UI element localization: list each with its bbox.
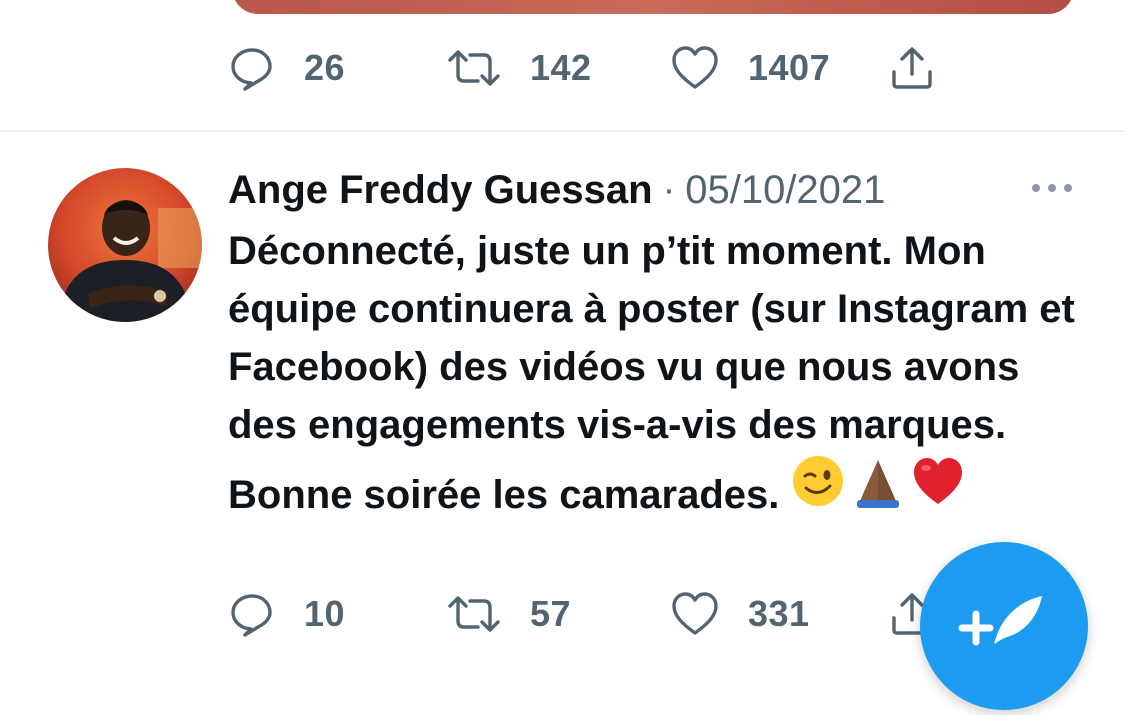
avatar-photo (48, 168, 202, 322)
reply-count: 26 (304, 47, 346, 88)
reply-icon (231, 594, 272, 637)
red-heart-icon (914, 458, 963, 504)
like-count: 1407 (748, 47, 831, 88)
winking-face-icon (793, 456, 844, 506)
compose-tweet-button[interactable] (920, 542, 1088, 710)
author-name[interactable]: Ange Freddy Guessan (228, 168, 653, 213)
avatar[interactable] (48, 168, 202, 322)
share-icon (892, 47, 932, 89)
more-options-button[interactable] (1028, 170, 1076, 206)
like-button[interactable]: 331 (670, 584, 810, 644)
retweet-button[interactable]: 142 (446, 38, 592, 98)
tweet-emojis (791, 454, 971, 508)
retweet-button[interactable]: 57 (446, 584, 571, 644)
header-separator: · (662, 168, 676, 211)
reply-button[interactable]: 10 (228, 584, 345, 644)
compose-icon (958, 596, 1042, 646)
tweet-text: Déconnecté, juste un p’tit moment. Mon é… (228, 222, 1088, 524)
folded-hands-icon (857, 460, 900, 508)
retweet-count: 142 (530, 47, 592, 88)
like-icon (672, 592, 718, 635)
tweet-header: Ange Freddy Guessan · 05/10/2021 (228, 164, 885, 216)
retweet-icon (448, 50, 500, 86)
retweet-icon (448, 596, 500, 632)
reply-button[interactable]: 26 (228, 38, 345, 98)
previous-tweet-media[interactable] (232, 0, 1074, 14)
reply-count: 10 (304, 593, 346, 634)
retweet-count: 57 (530, 593, 572, 634)
tweet-date[interactable]: 05/10/2021 (685, 168, 885, 213)
reply-icon (231, 48, 272, 91)
previous-tweet-actions: 26 142 1407 (228, 38, 988, 98)
tweet-divider (0, 130, 1125, 132)
like-count: 331 (748, 593, 810, 634)
like-icon (672, 46, 718, 89)
tweet-actions: 10 57 331 (228, 584, 988, 644)
share-button[interactable] (888, 38, 936, 98)
more-icon (1032, 184, 1072, 192)
like-button[interactable]: 1407 (670, 38, 830, 98)
